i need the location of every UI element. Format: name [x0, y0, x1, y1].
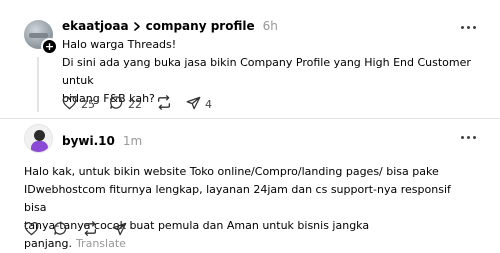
topic-tag[interactable]: company profile [146, 19, 255, 33]
timestamp: 1m [122, 134, 143, 148]
post-text-line: IDwebhostcom fiturnya lengkap, layanan 2… [24, 183, 451, 214]
post-text-line: Di sini ada yang buka jasa bikin Company… [62, 56, 471, 87]
post-actions [24, 221, 141, 239]
heart-icon [24, 221, 39, 239]
username[interactable]: ekaatjoaa [62, 19, 129, 33]
like-count: 25 [81, 97, 95, 111]
post-header: ekaatjoaa company profile 6h [62, 19, 278, 33]
heart-icon [62, 95, 77, 113]
post-text-line: Halo kak, untuk bikin website Toko onlin… [24, 165, 439, 178]
chevron-right-icon [133, 21, 141, 31]
share-button[interactable] [112, 222, 127, 239]
comment-icon [53, 221, 68, 239]
repost-button[interactable] [82, 221, 98, 239]
like-button[interactable]: 25 [62, 95, 95, 113]
timestamp: 6h [262, 19, 278, 33]
send-icon [112, 222, 127, 239]
post-text-line: Halo warga Threads! [62, 38, 177, 51]
share-button[interactable]: 4 [186, 96, 212, 113]
repost-icon [156, 95, 172, 113]
post-text: Halo kak, untuk bikin website Toko onlin… [24, 163, 474, 253]
share-count: 4 [205, 97, 212, 111]
reply-count: 22 [128, 97, 142, 111]
post-header: bywi.10 1m [62, 134, 142, 148]
more-horizontal-icon[interactable] [461, 26, 476, 29]
like-button[interactable] [24, 221, 39, 239]
plus-icon[interactable]: + [41, 38, 58, 55]
post-actions: 25 22 4 [62, 95, 226, 113]
repost-icon [82, 221, 98, 239]
reply-button[interactable]: 22 [109, 95, 142, 113]
repost-button[interactable] [156, 95, 172, 113]
avatar[interactable] [24, 124, 53, 153]
username[interactable]: bywi.10 [62, 134, 115, 148]
reply-button[interactable] [53, 221, 68, 239]
send-icon [186, 96, 201, 113]
thread-connector-line [37, 57, 39, 112]
more-horizontal-icon[interactable] [461, 136, 476, 139]
comment-icon [109, 95, 124, 113]
